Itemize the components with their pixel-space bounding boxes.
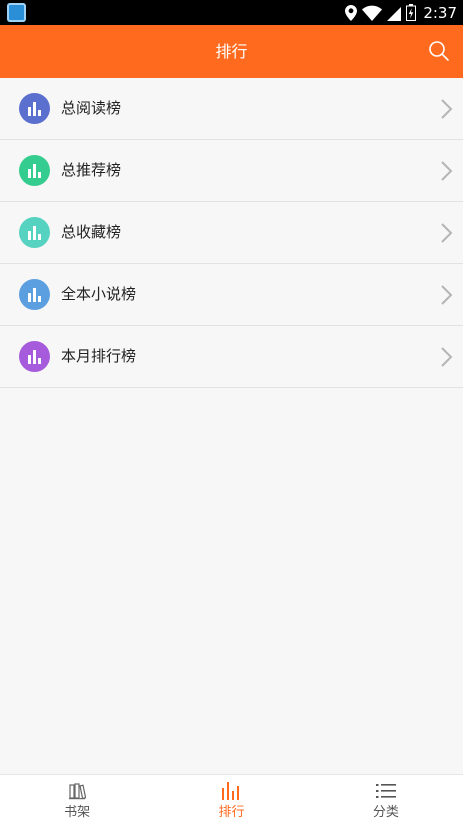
ranking-item-monthly[interactable]: 本月排行榜 [0, 326, 463, 388]
chevron-right-icon [441, 347, 453, 367]
status-indicators: 2:37 [345, 0, 457, 25]
ranking-item-label: 本月排行榜 [61, 347, 137, 365]
chevron-right-icon [441, 161, 453, 181]
tab-category[interactable]: 分类 [309, 775, 463, 824]
bar-chart-icon [19, 93, 50, 124]
bar-chart-icon [19, 279, 50, 310]
ranking-item-total-reads[interactable]: 总阅读榜 [0, 78, 463, 140]
bar-chart-icon [19, 155, 50, 186]
tab-ranking[interactable]: 排行 [154, 775, 308, 824]
ranking-list: 总阅读榜 总推荐榜 总收藏榜 全本小说榜 本月排行榜 [0, 78, 463, 388]
ranking-item-total-recommend[interactable]: 总推荐榜 [0, 140, 463, 202]
ranking-icon [222, 782, 240, 800]
bottom-nav: 书架 排行 分类 [0, 774, 463, 824]
tab-label: 分类 [372, 805, 399, 820]
ranking-item-completed-novels[interactable]: 全本小说榜 [0, 264, 463, 326]
ranking-item-label: 全本小说榜 [61, 285, 137, 303]
tab-bookshelf[interactable]: 书架 [0, 775, 154, 824]
wifi-icon [362, 5, 383, 21]
tab-label: 书架 [64, 805, 91, 820]
ranking-item-label: 总推荐榜 [61, 161, 122, 179]
bookshelf-icon [69, 783, 87, 800]
signal-icon [387, 6, 402, 21]
ranking-item-total-favorites[interactable]: 总收藏榜 [0, 202, 463, 264]
bar-chart-icon [19, 341, 50, 372]
chevron-right-icon [441, 99, 453, 119]
search-icon [429, 41, 449, 61]
category-list-icon [375, 784, 396, 798]
location-icon [345, 4, 358, 21]
tab-label: 排行 [218, 805, 245, 820]
app-bar: 排行 [0, 25, 463, 78]
battery-icon [406, 4, 417, 21]
status-bar: 2:37 [0, 0, 463, 25]
ranking-item-label: 总阅读榜 [61, 99, 122, 117]
search-button[interactable] [427, 39, 451, 63]
page-title: 排行 [215, 42, 248, 61]
app-notification-icon [7, 3, 26, 22]
bar-chart-icon [19, 217, 50, 248]
status-time: 2:37 [423, 3, 457, 22]
ranking-item-label: 总收藏榜 [61, 223, 122, 241]
chevron-right-icon [441, 285, 453, 305]
chevron-right-icon [441, 223, 453, 243]
